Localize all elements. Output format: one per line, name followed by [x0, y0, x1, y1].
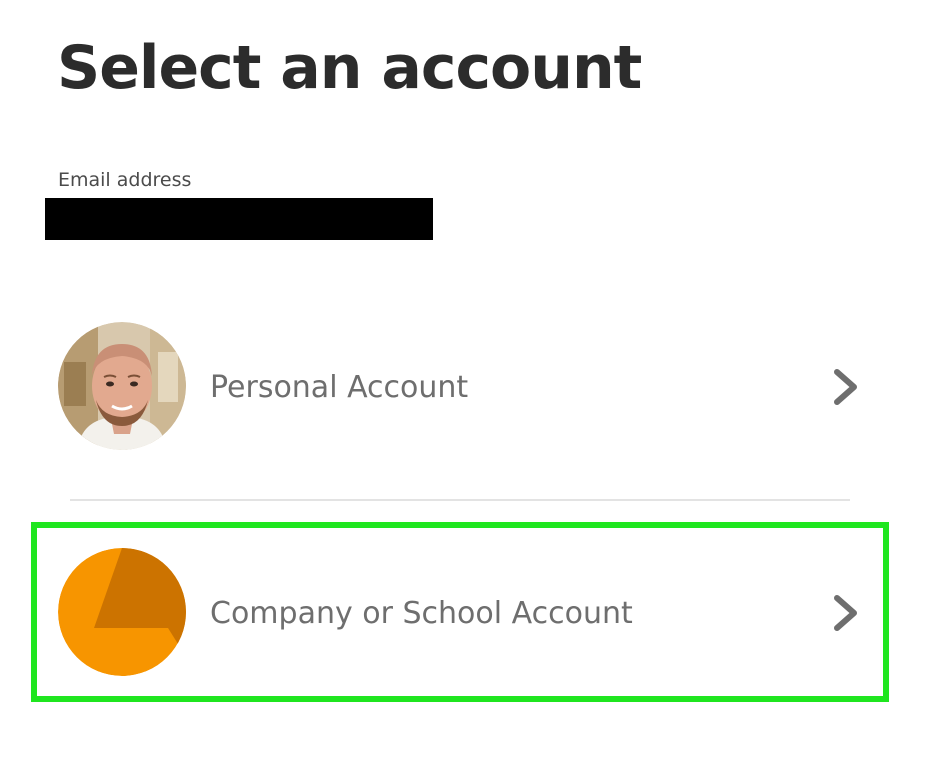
company-or-school-account-option[interactable]: Company or School Account [40, 531, 878, 697]
company-account-label: Company or School Account [210, 596, 633, 631]
email-label: Email address [58, 169, 192, 191]
divider [70, 499, 850, 501]
personal-account-label: Personal Account [210, 370, 469, 405]
profile-photo-avatar-icon [58, 322, 186, 450]
chevron-right-icon [834, 595, 857, 631]
company-avatar [58, 548, 186, 676]
chevron-right-icon [834, 369, 857, 405]
email-value-redacted [45, 198, 433, 240]
page-title: Select an account [57, 33, 642, 103]
personal-avatar [58, 322, 186, 450]
personal-account-option[interactable]: Personal Account [40, 305, 878, 471]
orange-organization-avatar-icon [58, 548, 186, 676]
